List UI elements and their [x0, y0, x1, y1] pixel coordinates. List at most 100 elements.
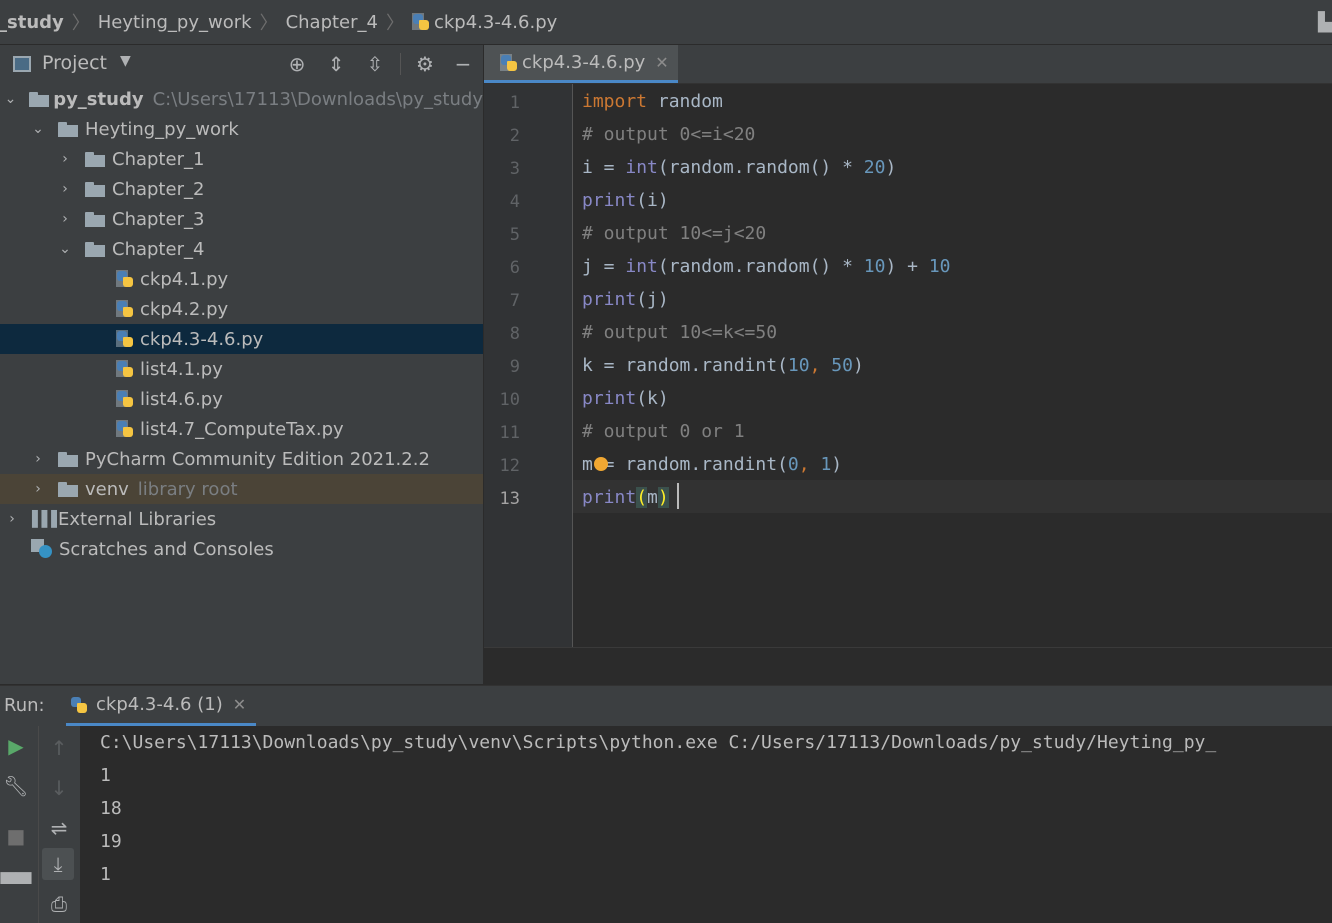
- tree-item-venv[interactable]: › venv library root: [0, 474, 483, 504]
- breadcrumb-item-py-study[interactable]: _study: [0, 12, 64, 33]
- tree-item-external-libraries[interactable]: › ▌▌▌ External Libraries: [0, 504, 483, 534]
- code-line[interactable]: print(k): [582, 388, 669, 409]
- breadcrumb-item-file[interactable]: ckp4.3-4.6.py: [434, 12, 557, 33]
- soft-wrap-icon[interactable]: ⇌: [44, 813, 74, 843]
- wrench-icon[interactable]: 🔧︎: [1, 771, 31, 801]
- libraries-icon: ▌▌▌: [32, 510, 63, 528]
- arrow-up-icon[interactable]: ↑: [44, 733, 74, 763]
- console-line: 1: [100, 765, 111, 786]
- code-line[interactable]: m = random.randint(0, 1): [582, 454, 842, 475]
- user-icon[interactable]: ▙: [1318, 12, 1332, 33]
- locate-file-icon[interactable]: ⊕: [283, 45, 311, 83]
- tree-item-file[interactable]: list4.6.py: [0, 384, 483, 414]
- chevron-down-icon[interactable]: ⌄: [2, 91, 19, 107]
- tree-item-label: ckp4.3-4.6.py: [140, 328, 264, 350]
- close-icon[interactable]: ✕: [655, 53, 668, 72]
- chevron-down-icon[interactable]: ⌄: [28, 121, 48, 137]
- tree-item-chapter-1[interactable]: › Chapter_1: [0, 144, 483, 174]
- chevron-down-icon[interactable]: ▼: [120, 53, 131, 69]
- chevron-right-icon[interactable]: ›: [28, 451, 48, 467]
- tree-item-chapter-4[interactable]: ⌄ Chapter_4: [0, 234, 483, 264]
- editor-tab-active[interactable]: ckp4.3-4.6.py ✕: [484, 45, 678, 83]
- tree-item-label: py_study: [53, 88, 144, 110]
- editor-tab-label: ckp4.3-4.6.py: [522, 52, 646, 73]
- code-line[interactable]: # output 10<=j<20: [582, 223, 766, 244]
- line-number: 7: [509, 291, 520, 311]
- folder-icon: [58, 121, 78, 137]
- folder-icon: [58, 481, 78, 497]
- python-file-icon: [116, 270, 134, 288]
- code-line[interactable]: j = int(random.random() * 10) + 10: [582, 256, 951, 277]
- code-line[interactable]: # output 10<=k<=50: [582, 322, 777, 343]
- tree-item-chapter-2[interactable]: › Chapter_2: [0, 174, 483, 204]
- tree-item-pycharm[interactable]: › PyCharm Community Edition 2021.2.2: [0, 444, 483, 474]
- tree-item-heyting[interactable]: ⌄ Heyting_py_work: [0, 114, 483, 144]
- tree-item-py-study[interactable]: ⌄ py_study C:\Users\17113\Downloads\py_s…: [0, 84, 483, 114]
- run-panel-header: Run: ckp4.3-4.6 (1) ✕: [0, 685, 1332, 726]
- toolbar-divider: [400, 53, 401, 75]
- tree-item-file[interactable]: list4.1.py: [0, 354, 483, 384]
- run-panel-label: Run:: [4, 695, 45, 716]
- expand-all-icon[interactable]: ⇕: [322, 45, 350, 83]
- close-icon[interactable]: ✕: [233, 695, 246, 714]
- code-editor[interactable]: 1 2 3 4 5 6 7 8 9 10 11 12 13 import ran…: [484, 84, 1332, 647]
- tree-item-file[interactable]: ckp4.2.py: [0, 294, 483, 324]
- project-view-label[interactable]: Project: [42, 52, 107, 74]
- chevron-right-icon[interactable]: ›: [55, 151, 75, 167]
- tree-item-file[interactable]: list4.7_ComputeTax.py: [0, 414, 483, 444]
- line-number: 5: [509, 225, 520, 245]
- chevron-right-icon[interactable]: ›: [28, 481, 48, 497]
- arrow-down-icon[interactable]: ↓: [44, 773, 74, 803]
- chevron-right-icon[interactable]: ›: [55, 181, 75, 197]
- tree-item-label: ckp4.1.py: [140, 268, 229, 290]
- python-file-icon: [116, 300, 134, 318]
- console-output[interactable]: C:\Users\17113\Downloads\py_study\venv\S…: [80, 726, 1332, 923]
- tree-item-chapter-3[interactable]: › Chapter_3: [0, 204, 483, 234]
- python-file-icon: [411, 13, 430, 31]
- lightbulb-icon[interactable]: [594, 457, 608, 471]
- python-file-icon: [116, 390, 134, 408]
- folder-icon: [85, 151, 105, 167]
- chevron-right-icon[interactable]: ›: [55, 211, 75, 227]
- code-line[interactable]: import random: [582, 91, 723, 112]
- line-number: 6: [509, 258, 520, 278]
- code-line[interactable]: print(j): [582, 289, 669, 310]
- code-line[interactable]: print(i): [582, 190, 669, 211]
- breadcrumb-item-heyting[interactable]: Heyting_py_work: [98, 12, 252, 33]
- python-icon: [70, 696, 88, 714]
- tree-item-label: list4.1.py: [140, 358, 223, 380]
- tree-item-path-hint: C:\Users\17113\Downloads\py_study: [152, 88, 483, 110]
- folder-icon: [58, 451, 78, 467]
- console-line: 19: [100, 831, 122, 852]
- collapse-all-icon[interactable]: ⇳: [361, 45, 389, 83]
- tree-item-file[interactable]: ckp4.1.py: [0, 264, 483, 294]
- breadcrumb-item-chapter4[interactable]: Chapter_4: [286, 12, 378, 33]
- code-line[interactable]: i = int(random.random() * 20): [582, 157, 896, 178]
- code-line[interactable]: # output 0<=i<20: [582, 124, 755, 145]
- stop-icon[interactable]: ■: [1, 821, 31, 851]
- line-number: 9: [509, 357, 520, 377]
- chevron-right-icon[interactable]: ›: [2, 511, 22, 527]
- run-tab[interactable]: ckp4.3-4.6 (1) ✕: [66, 686, 256, 726]
- rerun-icon[interactable]: ▶: [1, 731, 31, 761]
- code-line[interactable]: k = random.randint(10, 50): [582, 355, 864, 376]
- tree-item-file-selected[interactable]: ckp4.3-4.6.py: [0, 324, 483, 354]
- tree-item-scratches[interactable]: Scratches and Consoles: [0, 534, 483, 564]
- folder-icon: [85, 181, 105, 197]
- print-icon[interactable]: ⎙: [44, 889, 74, 919]
- layout-icon[interactable]: ▀▀: [1, 869, 32, 899]
- code-line-current[interactable]: print(m): [582, 487, 669, 508]
- line-number: 4: [509, 192, 520, 212]
- tree-item-label: PyCharm Community Edition 2021.2.2: [85, 448, 430, 470]
- tree-item-label: Chapter_1: [112, 148, 205, 170]
- tree-item-label: list4.6.py: [140, 388, 223, 410]
- code-line[interactable]: # output 0 or 1: [582, 421, 745, 442]
- breadcrumb-separator: 〉: [385, 13, 404, 34]
- chevron-down-icon[interactable]: ⌄: [55, 241, 75, 257]
- current-line-highlight: [573, 480, 1332, 513]
- toolbar-divider: [38, 726, 39, 923]
- scroll-to-end-icon[interactable]: ⤓: [42, 848, 74, 880]
- run-toolbar: ▶ 🔧︎ ■ ▀▀ ↑ ↓ ⇌ ⤓ ⎙: [0, 726, 80, 923]
- minimize-icon[interactable]: −: [449, 45, 477, 83]
- gear-icon[interactable]: ⚙: [411, 45, 439, 83]
